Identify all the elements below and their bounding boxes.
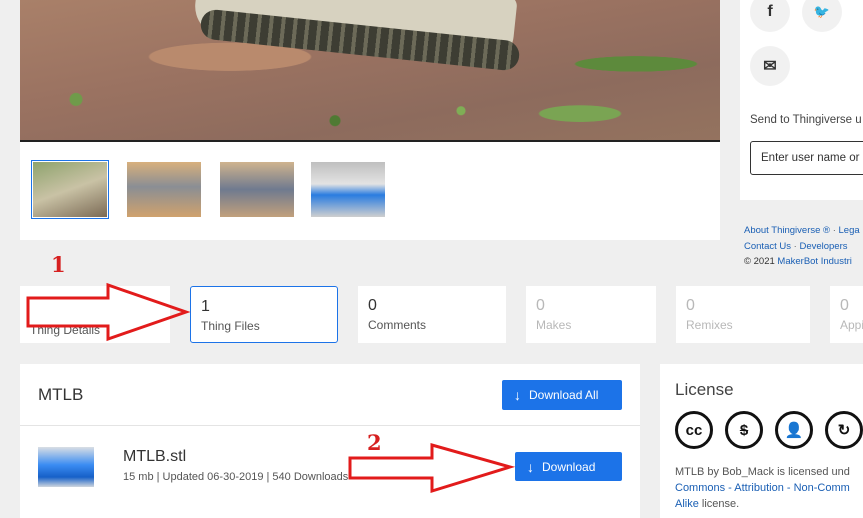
username-input[interactable] xyxy=(750,141,863,175)
share-panel: f 🐦 ✉ Send to Thingiverse u xyxy=(740,0,863,200)
license-title: License xyxy=(675,380,734,399)
tab-count: 1 xyxy=(201,298,210,315)
tab-comments[interactable]: 0 Comments xyxy=(358,286,506,343)
file-name[interactable]: MTLB.stl xyxy=(123,448,186,466)
download-label: Download xyxy=(542,459,596,474)
annotation-arrow-1 xyxy=(26,282,191,342)
image-divider xyxy=(20,140,720,142)
tab-label: Comments xyxy=(368,318,427,332)
tab-thing-files[interactable]: 1 Thing Files xyxy=(190,286,338,343)
tab-label: Makes xyxy=(536,318,572,332)
about-link[interactable]: About Thingiverse ® xyxy=(744,225,830,236)
tab-label: Thing Files xyxy=(201,319,260,333)
gallery-card xyxy=(20,0,720,240)
thumbnail-2[interactable] xyxy=(127,162,201,217)
twitter-icon[interactable]: 🐦 xyxy=(802,0,842,32)
thumbnail-1[interactable] xyxy=(31,160,109,219)
sharealike-icon: ↻ xyxy=(825,411,863,449)
attribution-person-icon: 👤 xyxy=(775,411,813,449)
license-link[interactable]: Commons - Attribution - Non-Comm xyxy=(675,480,850,496)
license-link[interactable]: Alike xyxy=(675,498,699,510)
annotation-arrow-2 xyxy=(348,443,516,494)
download-all-button[interactable]: ↓ Download All xyxy=(502,380,622,410)
tab-apps[interactable]: 0 Appi xyxy=(830,286,863,343)
download-arrow-icon: ↓ xyxy=(514,387,521,403)
footer-separator: · xyxy=(793,240,797,252)
tab-count: 0 xyxy=(840,297,849,314)
file-meta: 15 mb | Updated 06-30-2019 | 540 Downloa… xyxy=(123,471,349,483)
download-button[interactable]: ↓ Download xyxy=(515,452,622,481)
download-arrow-icon: ↓ xyxy=(527,458,534,475)
license-line: MTLB by Bob_Mack is licensed und xyxy=(675,466,850,478)
license-panel: License cc $ 👤 ↻ MTLB by Bob_Mack is lic… xyxy=(660,364,863,518)
mail-icon[interactable]: ✉ xyxy=(750,46,790,86)
tab-count: 0 xyxy=(536,297,545,314)
files-title: MTLB xyxy=(38,385,84,404)
license-line: license. xyxy=(701,498,740,510)
thumbnail-4[interactable] xyxy=(311,162,385,217)
tab-makes[interactable]: 0 Makes xyxy=(526,286,656,343)
copyright: © 2021 xyxy=(744,256,775,267)
thing-files-panel: MTLB ↓ Download All MTLB.stl 15 mb | Upd… xyxy=(20,364,640,518)
main-image[interactable] xyxy=(20,0,720,142)
footer-links: About Thingiverse ® · Lega Contact Us · … xyxy=(744,223,860,270)
noncommercial-icon: $ xyxy=(725,411,763,449)
contact-link[interactable]: Contact Us xyxy=(744,241,791,252)
annotation-number-1: 1 xyxy=(51,252,66,277)
cc-icon: cc xyxy=(675,411,713,449)
footer-separator: · xyxy=(832,225,836,236)
tab-label: Remixes xyxy=(686,318,733,332)
divider xyxy=(20,425,640,426)
tab-label: Appi xyxy=(840,318,863,332)
download-all-label: Download All xyxy=(529,388,599,402)
developers-link[interactable]: Developers xyxy=(799,241,847,252)
thumbnail-3[interactable] xyxy=(220,162,294,217)
file-thumbnail[interactable] xyxy=(38,447,94,487)
license-text: MTLB by Bob_Mack is licensed und Commons… xyxy=(675,464,850,512)
makerbot-link[interactable]: MakerBot Industri xyxy=(777,256,851,267)
legal-link[interactable]: Lega xyxy=(839,225,860,236)
send-to-label: Send to Thingiverse u xyxy=(750,114,862,126)
tab-count: 0 xyxy=(368,297,377,314)
facebook-icon[interactable]: f xyxy=(750,0,790,32)
tab-remixes[interactable]: 0 Remixes xyxy=(676,286,810,343)
tab-count: 0 xyxy=(686,297,695,314)
